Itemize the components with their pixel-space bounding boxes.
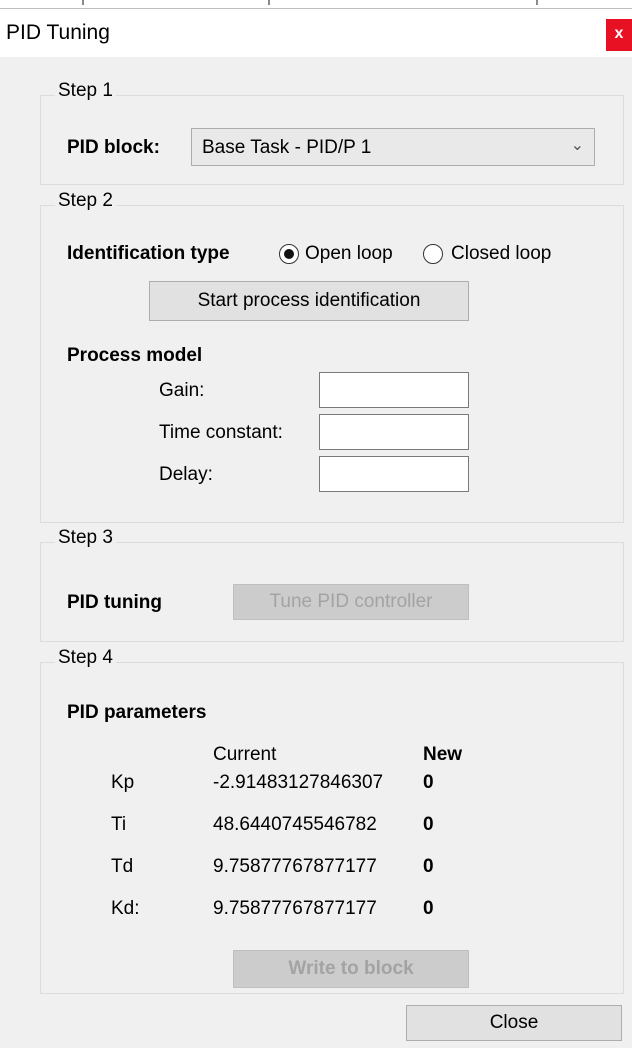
param-new-value: 0 [423, 814, 434, 835]
param-current-value: -2.91483127846307 [213, 772, 384, 793]
open-loop-radio[interactable] [279, 244, 299, 264]
background-tick [536, 0, 538, 5]
delay-label: Delay: [159, 464, 213, 485]
step4-label: Step 4 [55, 647, 116, 669]
pid-block-select[interactable]: Base Task - PID/P 1 ⌄ [191, 128, 595, 166]
pid-block-label: PID block: [67, 137, 160, 158]
step3-label: Step 3 [55, 527, 116, 549]
param-current-value: 9.75877767877177 [213, 898, 377, 919]
background-strip [0, 0, 632, 8]
pid-tuning-label: PID tuning [67, 592, 162, 613]
param-new-value: 0 [423, 772, 434, 793]
step4-group: Step 4 PID parameters Current New Kp -2.… [40, 647, 624, 994]
title-bar: PID Tuning x [0, 9, 632, 57]
param-name: Kd: [111, 898, 140, 919]
step1-group: Step 1 PID block: Base Task - PID/P 1 ⌄ [40, 80, 624, 185]
background-tick [268, 0, 270, 5]
column-new-header: New [423, 744, 463, 765]
step1-label: Step 1 [55, 80, 116, 102]
close-icon[interactable]: x [606, 19, 632, 51]
closed-loop-label[interactable]: Closed loop [451, 243, 551, 265]
pid-tuning-dialog: PID Tuning x Step 1 PID block: Base Task… [0, 8, 632, 1048]
pid-block-value: Base Task - PID/P 1 [202, 137, 372, 158]
gain-label: Gain: [159, 380, 205, 401]
process-model-label: Process model [67, 345, 203, 366]
radio-selected-dot [283, 248, 294, 259]
start-identification-button[interactable]: Start process identification [149, 281, 469, 321]
gain-field[interactable] [319, 372, 469, 408]
param-name: Kp [111, 772, 135, 793]
column-current-header: Current [213, 744, 277, 765]
closed-loop-radio[interactable] [423, 244, 443, 264]
delay-field[interactable] [319, 456, 469, 492]
time-constant-field[interactable] [319, 414, 469, 450]
close-button[interactable]: Close [406, 1005, 622, 1041]
identification-type-label: Identification type [67, 243, 230, 264]
chevron-down-icon: ⌄ [570, 137, 584, 154]
param-current-value: 48.6440745546782 [213, 814, 377, 835]
write-to-block-button[interactable]: Write to block [233, 950, 469, 988]
pid-parameters-label: PID parameters [67, 702, 207, 723]
background-tick [82, 0, 84, 5]
tune-pid-controller-button[interactable]: Tune PID controller [233, 584, 469, 620]
param-new-value: 0 [423, 856, 434, 877]
param-name: Td [111, 856, 134, 877]
open-loop-label[interactable]: Open loop [305, 243, 393, 265]
param-name: Ti [111, 814, 127, 835]
dialog-title: PID Tuning [6, 21, 110, 44]
step3-group: Step 3 PID tuning Tune PID controller [40, 527, 624, 642]
time-constant-label: Time constant: [159, 422, 283, 443]
param-new-value: 0 [423, 898, 434, 919]
step2-group: Step 2 Identification type Open loop Clo… [40, 190, 624, 523]
close-glyph: x [614, 25, 624, 42]
step2-label: Step 2 [55, 190, 116, 212]
param-current-value: 9.75877767877177 [213, 856, 377, 877]
